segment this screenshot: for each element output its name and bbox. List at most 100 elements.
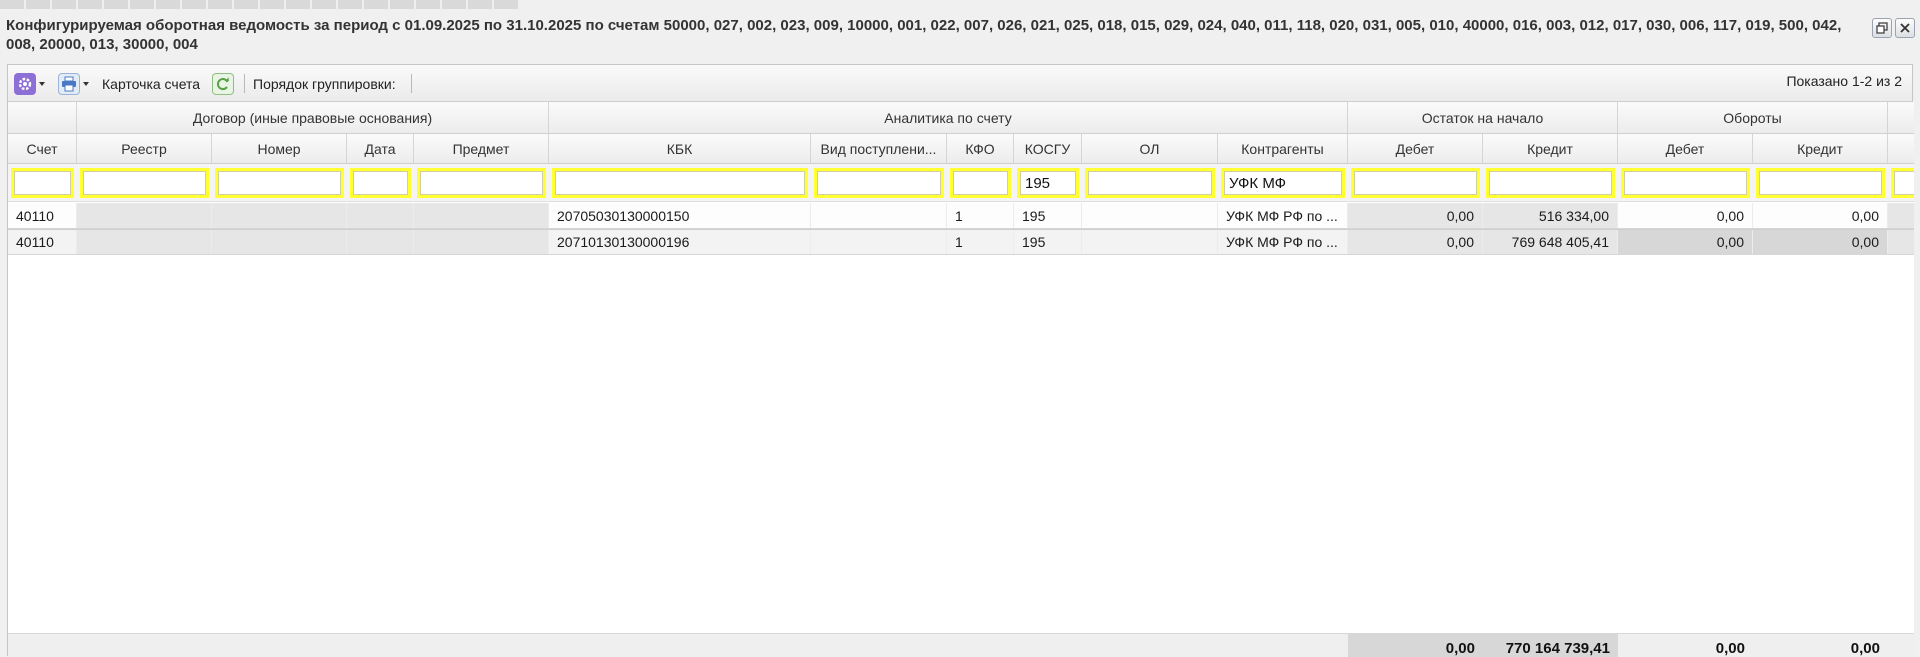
total-turnover-credit: 0,00 [1850,640,1880,657]
cell-account: 40110 [8,203,77,228]
cell-income-type [811,230,947,254]
records-shown-label: Показано 1-2 из 2 [1786,73,1902,89]
group-header-empty [8,102,77,133]
group-header-turnover: Обороты [1618,102,1888,133]
column-header-subject[interactable]: Предмет [414,134,549,163]
cell-kfo: 1 [947,203,1014,228]
filter-kosgu[interactable] [1017,168,1079,198]
table-row[interactable]: 40110 20705030130000150 1 195 УФК МФ РФ … [8,203,1914,229]
column-header-turnover-credit[interactable]: Кредит [1753,134,1888,163]
cell-date [347,230,414,254]
cell-kfo: 1 [947,230,1014,254]
column-header-registry[interactable]: Реестр [77,134,212,163]
cell-subject [414,203,549,228]
filter-number[interactable] [215,168,344,198]
column-header-opening-credit[interactable]: Кредит [1483,134,1618,163]
filter-opening-debit[interactable] [1351,168,1480,198]
gear-icon [14,73,36,95]
cell-turnover-credit: 0,00 [1753,230,1888,254]
close-icon [1899,22,1911,34]
filter-row [8,164,1914,202]
print-menu-button[interactable] [58,72,89,96]
data-grid: Договор (иные правовые основания) Аналит… [8,102,1914,657]
group-header-analytics: Аналитика по счету [549,102,1348,133]
cell-subject [414,230,549,254]
cell-opening-credit: 516 334,00 [1483,203,1618,228]
column-header-kfo[interactable]: КФО [947,134,1014,163]
cell-extra [1888,230,1914,254]
filter-kfo[interactable] [950,168,1011,198]
cell-turnover-debit: 0,00 [1618,203,1753,228]
cell-kbk: 20710130130000196 [549,230,811,254]
column-header-kosgu[interactable]: КОСГУ [1014,134,1082,163]
cell-kosgu: 195 [1014,230,1082,254]
cell-turnover-debit: 0,00 [1618,230,1753,254]
column-header-row: Счет Реестр Номер Дата Предмет КБК Вид п… [8,134,1914,164]
filter-turnover-debit[interactable] [1621,168,1750,198]
refresh-button[interactable] [212,72,234,96]
cell-turnover-credit: 0,00 [1753,203,1888,228]
toolbar: Карточка счета Порядок группировки: Пока… [8,65,1912,102]
filter-registry[interactable] [80,168,209,198]
chevron-down-icon [83,82,89,86]
cell-kosgu: 195 [1014,203,1082,228]
report-window: Конфигурируемая оборотная ведомость за п… [0,0,1920,657]
window-tab-strip [0,0,520,9]
account-card-button[interactable]: Карточка счета [102,76,200,92]
cell-opening-debit: 0,00 [1348,230,1483,254]
cell-registry [77,203,212,228]
column-header-counterparties[interactable]: Контрагенты [1218,134,1348,163]
column-header-kbk[interactable]: КБК [549,134,811,163]
column-header-date[interactable]: Дата [347,134,414,163]
title-bar: Конфигурируемая оборотная ведомость за п… [0,14,1920,58]
cell-number [212,203,347,228]
restore-button[interactable] [1872,18,1892,38]
restore-icon [1876,22,1888,34]
grouping-order-label: Порядок группировки: [253,76,396,92]
cell-account: 40110 [8,230,77,254]
cell-opening-debit: 0,00 [1348,203,1483,228]
column-header-number[interactable]: Номер [212,134,347,163]
close-button[interactable] [1895,18,1915,38]
filter-counterparties[interactable] [1221,168,1345,198]
filter-opening-credit[interactable] [1486,168,1615,198]
filter-ol[interactable] [1085,168,1215,198]
cell-registry [77,230,212,254]
filter-subject[interactable] [417,168,546,198]
cell-extra [1888,203,1914,228]
total-opening-debit: 0,00 [1348,634,1483,657]
column-header-opening-debit[interactable]: Дебет [1348,134,1483,163]
refresh-icon [212,73,234,95]
total-turnover-debit: 0,00 [1715,640,1745,657]
cell-ol [1082,230,1218,254]
filter-account[interactable] [11,168,74,198]
toolbar-separator [244,74,245,93]
toolbar-separator [411,74,412,93]
group-header-row: Договор (иные правовые основания) Аналит… [8,102,1914,134]
window-title: Конфигурируемая оборотная ведомость за п… [6,17,1842,53]
total-opening-credit: 770 164 739,41 [1483,634,1618,657]
chevron-down-icon [39,82,45,86]
cell-counterparty: УФК МФ РФ по ... [1218,230,1348,254]
filter-kbk[interactable] [552,168,808,198]
totals-row: 0,00 770 164 739,41 0,00 0,00 [8,633,1914,657]
cell-opening-credit: 769 648 405,41 [1483,230,1618,254]
column-header-ol[interactable]: ОЛ [1082,134,1218,163]
cell-counterparty: УФК МФ РФ по ... [1218,203,1348,228]
table-row[interactable]: 40110 20710130130000196 1 195 УФК МФ РФ … [8,229,1914,255]
cell-kbk: 20705030130000150 [549,203,811,228]
cell-income-type [811,203,947,228]
cell-number [212,230,347,254]
filter-extra[interactable] [1891,168,1914,198]
filter-date[interactable] [350,168,411,198]
column-header-account[interactable]: Счет [8,134,77,163]
report-panel: Карточка счета Порядок группировки: Пока… [7,64,1914,657]
column-header-income-type[interactable]: Вид поступлени... [811,134,947,163]
filter-income-type[interactable] [814,168,944,198]
column-header-turnover-debit[interactable]: Дебет [1618,134,1753,163]
filter-turnover-credit[interactable] [1756,168,1885,198]
cell-ol [1082,203,1218,228]
settings-menu-button[interactable] [14,72,45,96]
group-header-contract: Договор (иные правовые основания) [77,102,549,133]
group-header-opening-balance: Остаток на начало [1348,102,1618,133]
